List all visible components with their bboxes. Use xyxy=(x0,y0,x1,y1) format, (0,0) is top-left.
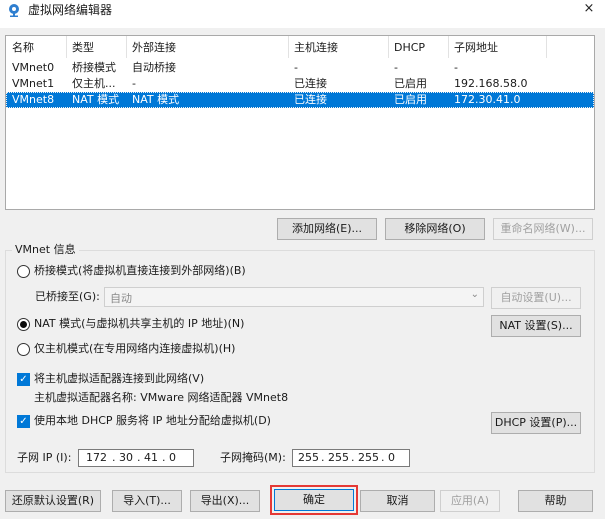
cell-type: 桥接模式 xyxy=(72,61,116,74)
network-icon xyxy=(9,4,19,17)
column-header-type[interactable]: 类型 xyxy=(72,40,94,55)
nat-settings-button[interactable]: NAT 设置(S)... xyxy=(491,315,581,337)
host-only-radio[interactable] xyxy=(17,343,30,356)
table-header: 名称 类型 外部连接 主机连接 DHCP 子网地址 xyxy=(6,36,594,58)
table-row[interactable]: VMnet1 仅主机... - 已连接 已启用 192.168.58.0 xyxy=(6,76,594,92)
subnet-mask-input[interactable]: 255 . 255 . 255 . 0 xyxy=(292,449,410,467)
subnet-ip-octet: 30 xyxy=(119,451,133,464)
cell-external: 自动桥接 xyxy=(132,61,176,74)
vmnet-info-title: VMnet 信息 xyxy=(12,243,79,257)
close-button[interactable]: × xyxy=(578,1,600,17)
restore-defaults-button[interactable]: 还原默认设置(R) xyxy=(5,490,101,512)
remove-network-button[interactable]: 移除网络(O) xyxy=(385,218,485,240)
nat-mode-radio[interactable] xyxy=(17,318,30,331)
cell-name: VMnet1 xyxy=(12,77,55,90)
adapter-name-label: 主机虚拟适配器名称: VMware 网络适配器 VMnet8 xyxy=(34,391,289,404)
cell-subnet: 172.30.41.0 xyxy=(454,93,521,106)
cell-dhcp: - xyxy=(394,61,398,74)
subnet-ip-input[interactable]: 172 . 30 . 41 . 0 xyxy=(78,449,194,467)
vmnet-info-group xyxy=(5,250,595,473)
dhcp-label[interactable]: 使用本地 DHCP 服务将 IP 地址分配给虚拟机(D) xyxy=(34,414,271,428)
bridged-to-value: 自动 xyxy=(110,292,132,305)
cell-type: NAT 模式 xyxy=(72,93,120,106)
cell-subnet: 192.168.58.0 xyxy=(454,77,528,90)
dhcp-checkbox[interactable]: ✓ xyxy=(17,415,30,428)
cell-host: - xyxy=(294,61,298,74)
table-row-selected[interactable]: VMnet8 NAT 模式 NAT 模式 已连接 已启用 172.30.41.0 xyxy=(6,92,594,108)
cancel-button[interactable]: 取消 xyxy=(360,490,435,512)
subnet-ip-octet: 172 xyxy=(86,451,107,464)
subnet-mask-octet: 255 xyxy=(358,451,379,464)
subnet-ip-octet: 0 xyxy=(169,451,176,464)
cell-name: VMnet8 xyxy=(12,93,55,106)
export-button[interactable]: 导出(X)... xyxy=(190,490,260,512)
bridged-mode-radio[interactable] xyxy=(17,265,30,278)
connect-adapter-label[interactable]: 将主机虚拟适配器连接到此网络(V) xyxy=(34,372,204,386)
subnet-ip-octet: 41 xyxy=(144,451,158,464)
auto-settings-button[interactable]: 自动设置(U)... xyxy=(491,287,581,309)
cell-dhcp: 已启用 xyxy=(394,77,427,90)
bridged-to-select[interactable]: 自动 ⌄ xyxy=(104,287,484,307)
bridged-to-label: 已桥接至(G): xyxy=(35,290,100,303)
column-header-dhcp[interactable]: DHCP xyxy=(394,40,425,55)
cell-host: 已连接 xyxy=(294,93,327,106)
cell-subnet: - xyxy=(454,61,458,74)
cell-host: 已连接 xyxy=(294,77,327,90)
bridged-mode-label[interactable]: 桥接模式(将虚拟机直接连接到外部网络)(B) xyxy=(34,264,246,278)
help-button[interactable]: 帮助 xyxy=(518,490,593,512)
subnet-mask-octet: 255 xyxy=(298,451,319,464)
nat-mode-label[interactable]: NAT 模式(与虚拟机共享主机的 IP 地址)(N) xyxy=(34,317,244,331)
table-row[interactable]: VMnet0 桥接模式 自动桥接 - - - xyxy=(6,60,594,76)
import-button[interactable]: 导入(T)... xyxy=(112,490,182,512)
window-title: 虚拟网络编辑器 xyxy=(28,3,113,17)
subnet-ip-label: 子网 IP (I): xyxy=(17,451,72,464)
cell-dhcp: 已启用 xyxy=(394,93,427,106)
chevron-down-icon: ⌄ xyxy=(470,289,479,300)
rename-network-button[interactable]: 重命名网络(W)... xyxy=(493,218,593,240)
apply-button[interactable]: 应用(A) xyxy=(440,490,500,512)
title-bar: 虚拟网络编辑器 × xyxy=(0,0,605,28)
cell-type: 仅主机... xyxy=(72,77,116,90)
subnet-mask-octet: 0 xyxy=(388,451,395,464)
cell-external: - xyxy=(132,77,136,90)
subnet-mask-label: 子网掩码(M): xyxy=(220,451,286,464)
network-table[interactable]: 名称 类型 外部连接 主机连接 DHCP 子网地址 VMnet0 桥接模式 自动… xyxy=(5,35,595,210)
connect-adapter-checkbox[interactable]: ✓ xyxy=(17,373,30,386)
cell-external: NAT 模式 xyxy=(132,93,180,106)
add-network-button[interactable]: 添加网络(E)... xyxy=(277,218,377,240)
cell-name: VMnet0 xyxy=(12,61,55,74)
column-header-external[interactable]: 外部连接 xyxy=(132,40,176,55)
dhcp-settings-button[interactable]: DHCP 设置(P)... xyxy=(491,412,581,434)
column-header-name[interactable]: 名称 xyxy=(12,40,34,55)
ok-button[interactable]: 确定 xyxy=(270,485,358,515)
host-only-label[interactable]: 仅主机模式(在专用网络内连接虚拟机)(H) xyxy=(34,342,235,356)
column-header-subnet[interactable]: 子网地址 xyxy=(454,40,498,55)
subnet-mask-octet: 255 xyxy=(328,451,349,464)
column-header-host[interactable]: 主机连接 xyxy=(294,40,338,55)
